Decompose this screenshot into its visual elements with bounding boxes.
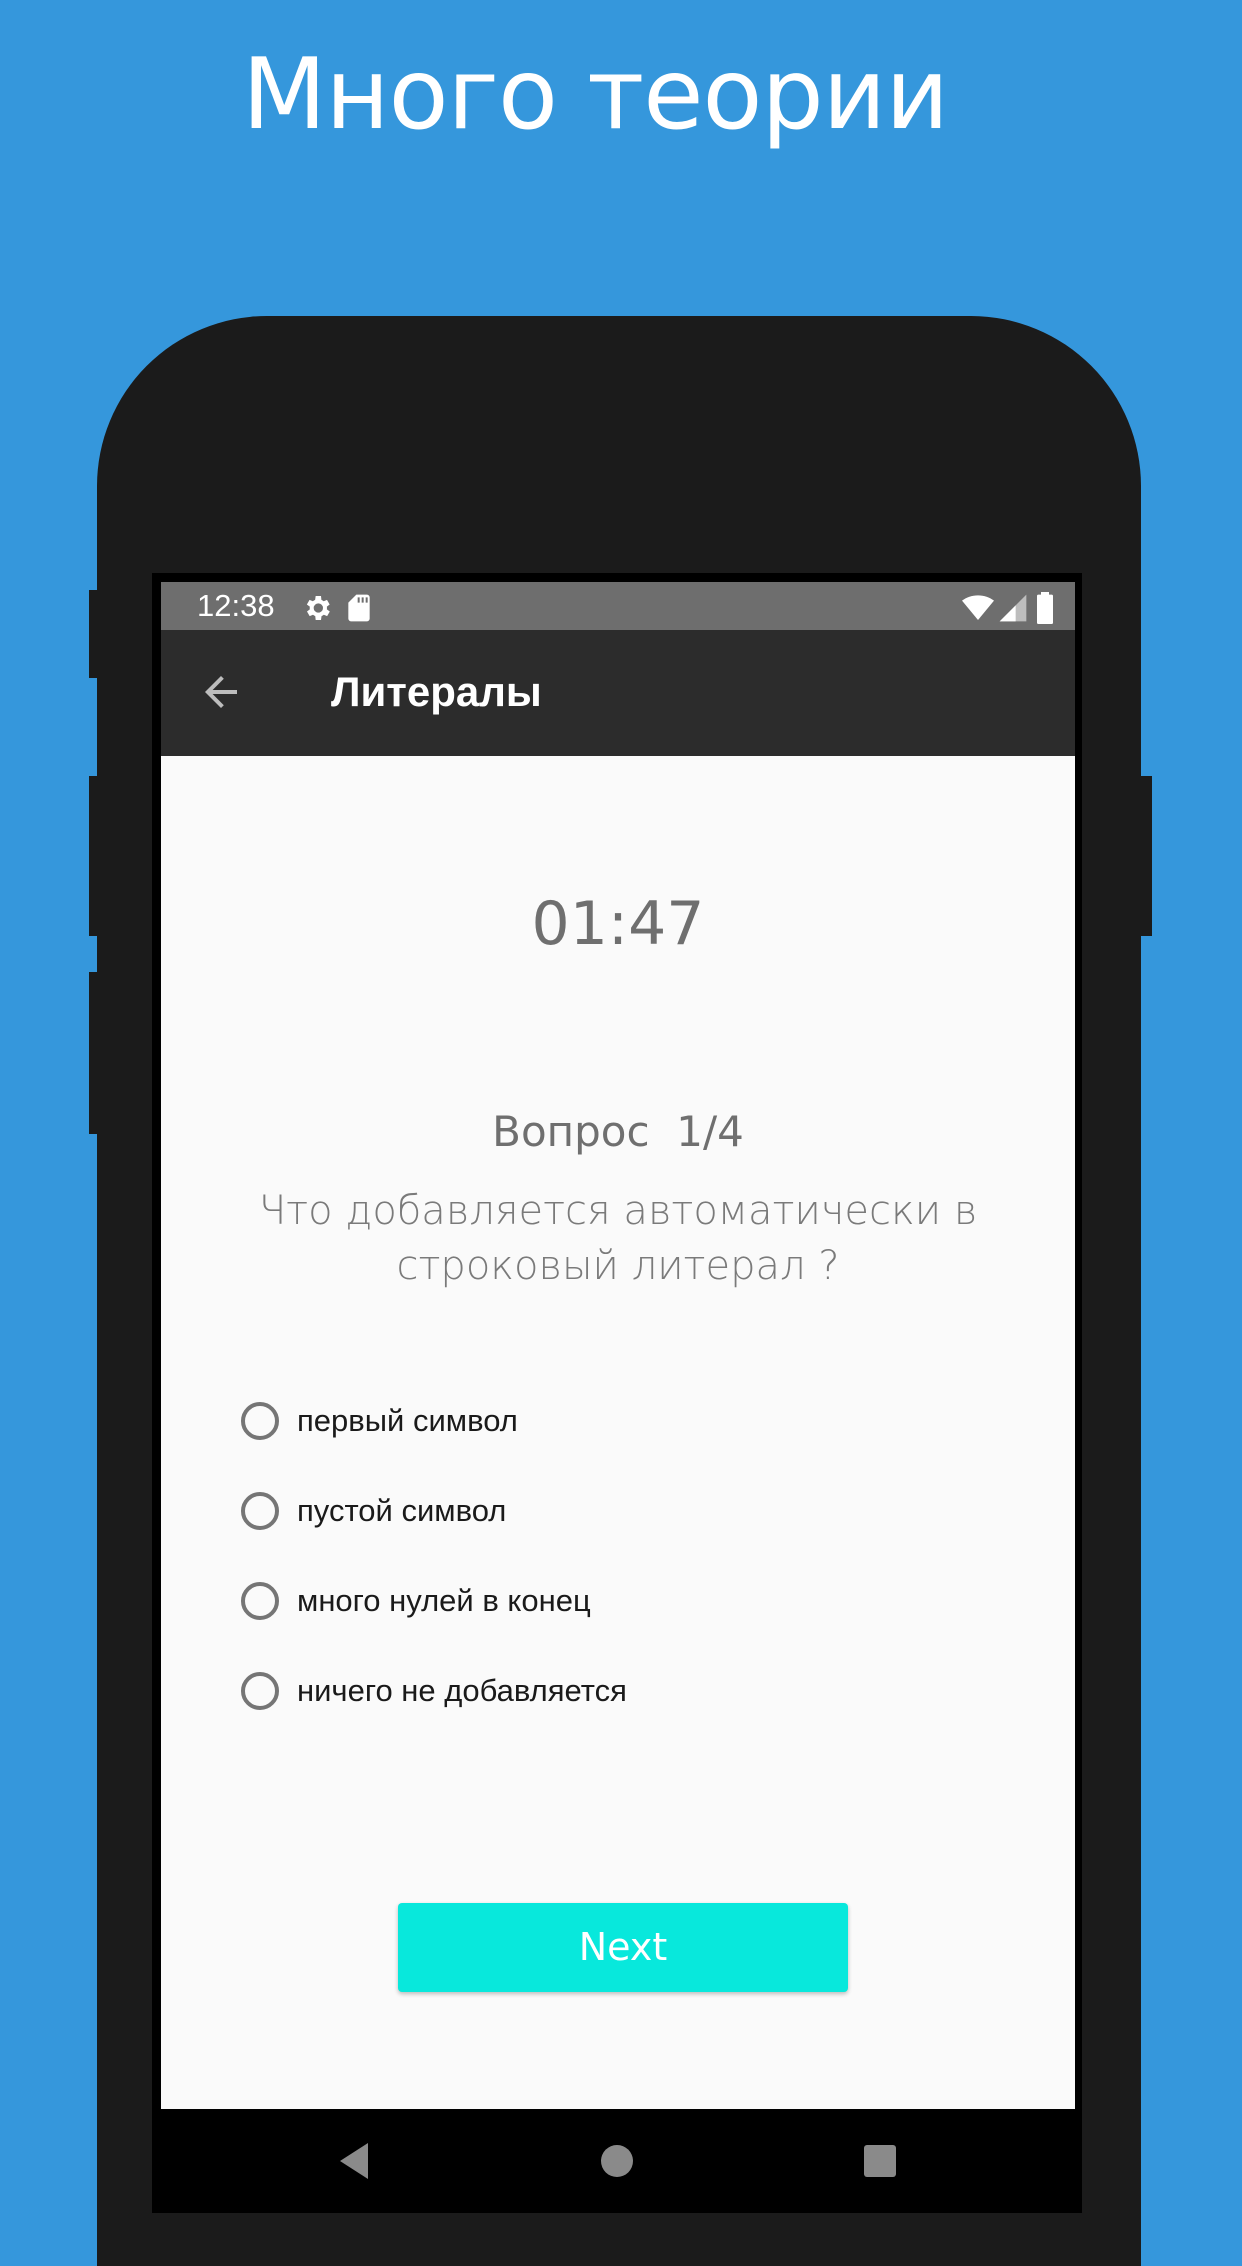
sd-card-icon [343,592,375,624]
answer-option[interactable]: ничего не добавляется [241,1646,1001,1736]
recents-square-icon[interactable] [856,2137,904,2185]
answer-option-label: первый символ [297,1403,518,1438]
answer-option[interactable]: пустой символ [241,1466,1001,1556]
answer-option-label: пустой символ [297,1493,507,1528]
app-bar: Литералы [161,630,1075,756]
phone-screen: 12:38 Литералы 01:47 Вопрос 1/4 Что доба… [152,573,1082,2213]
question-number: Вопрос 1/4 [492,1107,744,1156]
radio-button[interactable] [241,1672,279,1710]
quiz-content: 01:47 Вопрос 1/4 Что добавляется автомат… [161,756,1075,2109]
radio-button[interactable] [241,1582,279,1620]
status-bar: 12:38 [161,582,1075,630]
answer-option-label: ничего не добавляется [297,1673,627,1708]
battery-icon [1033,592,1065,624]
arrow-left-icon[interactable] [197,668,245,716]
back-triangle-icon[interactable] [332,2137,380,2185]
question-text: Что добавляется автоматически в строковы… [258,1188,978,1289]
answer-option[interactable]: много нулей в конец [241,1556,1001,1646]
answer-option[interactable]: первый символ [241,1376,1001,1466]
page-title: Литералы [331,668,542,715]
radio-button[interactable] [241,1402,279,1440]
quiz-timer: 01:47 [531,889,705,959]
answer-option-label: много нулей в конец [297,1583,591,1618]
home-circle-icon[interactable] [593,2137,641,2185]
gear-icon [301,592,333,624]
radio-button[interactable] [241,1492,279,1530]
status-time: 12:38 [197,588,275,623]
promo-headline: Много теории [241,38,949,152]
next-button[interactable]: Next [398,1903,848,1992]
system-nav-bar [152,2109,1082,2213]
wifi-icon [961,592,994,624]
answer-options: первый символ пустой символ много нулей … [241,1376,1001,1736]
cell-signal-icon [997,592,1029,624]
